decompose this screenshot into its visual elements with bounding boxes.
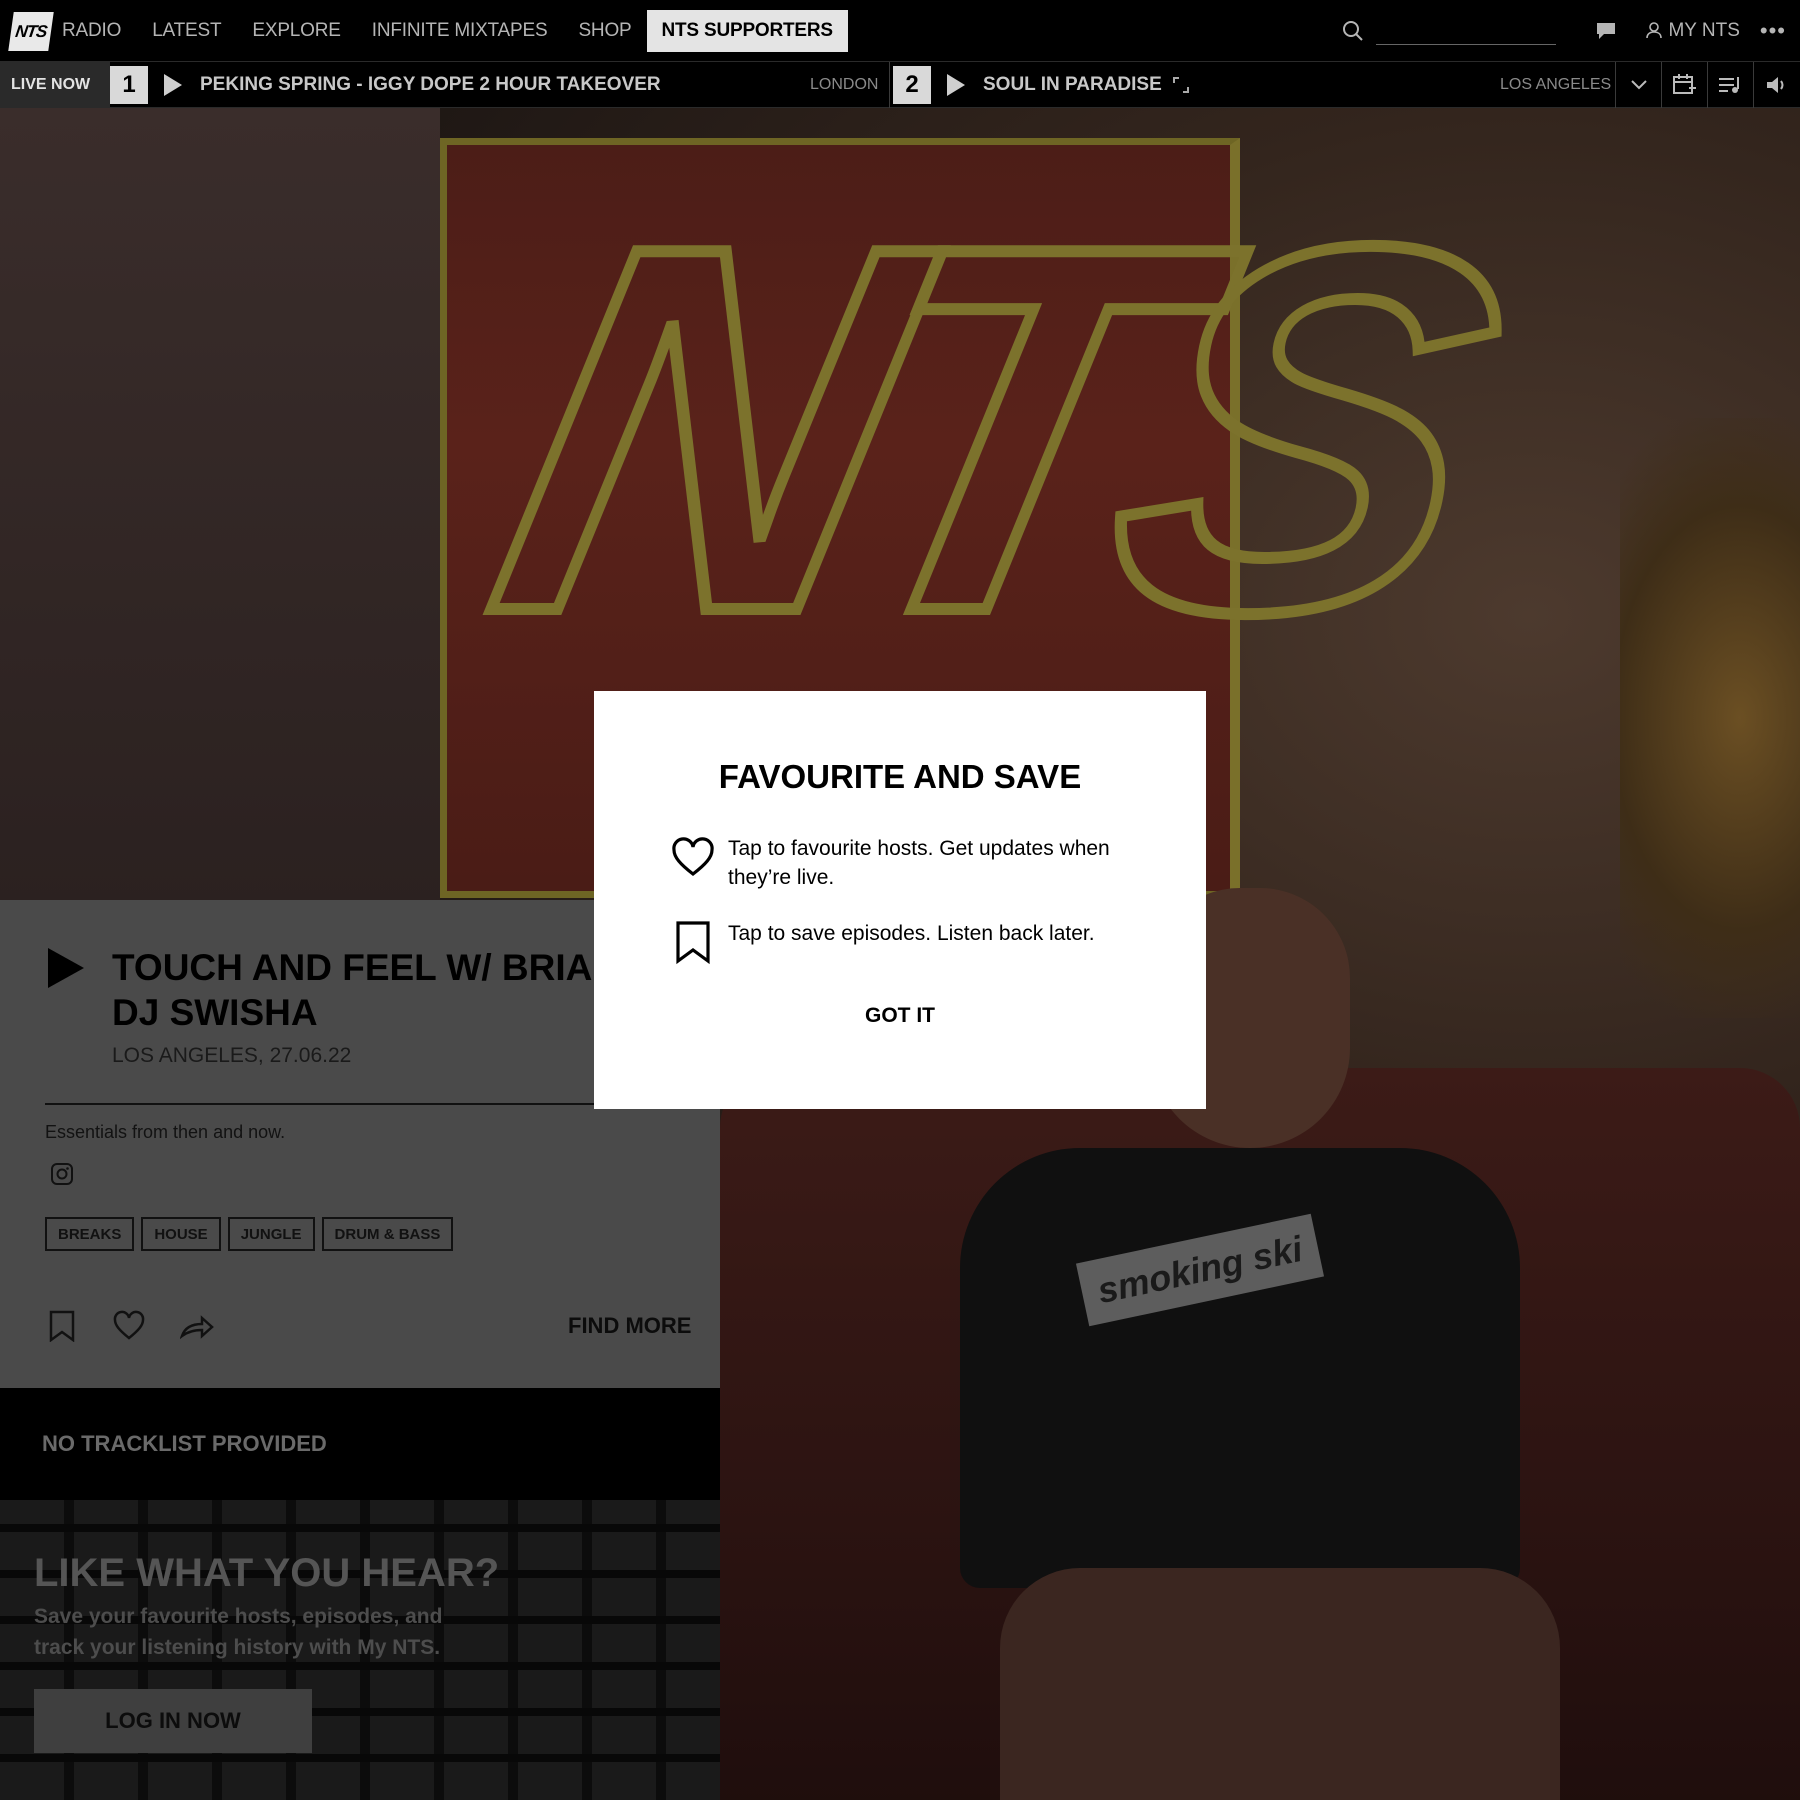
episode-description: Essentials from then and now. <box>45 1122 286 1142</box>
channel-2-number: 2 <box>893 66 931 104</box>
user-icon <box>1646 22 1663 39</box>
nav-infinite-mixtapes[interactable]: INFINITE MIXTAPES <box>372 20 548 42</box>
episode-play-icon[interactable] <box>48 948 84 988</box>
channel-divider <box>889 62 890 108</box>
nav-nts-supporters[interactable]: NTS SUPPORTERS <box>646 9 848 52</box>
nav-explore[interactable]: EXPLORE <box>252 20 341 42</box>
nts-logo[interactable]: NTS <box>8 12 54 51</box>
nav-shop[interactable]: SHOP <box>578 20 631 42</box>
bookmark-icon[interactable] <box>47 1310 77 1342</box>
genre-tags: BREAKS HOUSE JUNGLE DRUM & BASS <box>45 1217 460 1251</box>
expand-icon[interactable] <box>1172 76 1190 94</box>
top-navigation: NTS RADIO LATEST EXPLORE INFINITE MIXTAP… <box>0 0 1800 61</box>
log-in-button[interactable]: LOG IN NOW <box>34 1689 312 1753</box>
channel-2[interactable]: 2 SOUL IN PARADISE <box>893 62 1190 108</box>
queue-icon[interactable] <box>1707 62 1753 108</box>
modal-save-text: Tap to save episodes. Listen back later. <box>728 922 1095 945</box>
promo-subtitle: Save your favourite hosts, episodes, and… <box>34 1605 443 1659</box>
no-tracklist-label: NO TRACKLIST PROVIDED <box>42 1431 327 1456</box>
channel-2-title: SOUL IN PARADISE <box>983 74 1162 95</box>
find-more-link[interactable]: FIND MORE <box>568 1313 691 1339</box>
search-icon[interactable] <box>1342 20 1364 42</box>
share-icon[interactable] <box>180 1310 214 1342</box>
main-nav: RADIO LATEST EXPLORE INFINITE MIXTAPES S… <box>62 0 879 61</box>
modal-favourite-row: Tap to favourite hosts. Get updates when… <box>670 834 1128 892</box>
live-bar: LIVE NOW 1 PEKING SPRING - IGGY DOPE 2 H… <box>0 61 1800 108</box>
dj-legs <box>1000 1568 1560 1800</box>
channel-2-location: LOS ANGELES <box>1500 76 1612 93</box>
channel-1-play-icon[interactable] <box>164 74 182 96</box>
modal-save-row: Tap to save episodes. Listen back later. <box>670 919 1128 965</box>
promo-title: LIKE WHAT YOU HEAR? <box>34 1551 500 1595</box>
bookmark-icon <box>676 921 710 965</box>
channel-1-location: LONDON <box>810 76 879 93</box>
tag-house[interactable]: HOUSE <box>141 1217 221 1251</box>
chat-icon[interactable] <box>1596 22 1616 40</box>
neon-sign-letters: NTS <box>452 133 1507 726</box>
volume-icon[interactable] <box>1753 62 1799 108</box>
live-now-label: LIVE NOW <box>0 62 110 108</box>
nav-latest[interactable]: LATEST <box>152 20 221 42</box>
tag-drum-and-bass[interactable]: DRUM & BASS <box>321 1217 454 1251</box>
channel-1-title: PEKING SPRING - IGGY DOPE 2 HOUR TAKEOVE… <box>200 74 661 95</box>
got-it-button[interactable]: GOT IT <box>594 1004 1206 1028</box>
hero-wall <box>0 108 440 908</box>
chevron-down-icon[interactable] <box>1615 62 1661 108</box>
channel-1[interactable]: 1 PEKING SPRING - IGGY DOPE 2 HOUR TAKEO… <box>110 62 661 108</box>
nav-right: MY NTS ••• <box>1342 0 1800 61</box>
lamp-glow <box>1620 418 1800 1018</box>
my-nts-label: MY NTS <box>1668 19 1740 41</box>
schedule-icon[interactable] <box>1661 62 1707 108</box>
heart-icon <box>672 837 714 877</box>
channel-1-number: 1 <box>110 66 148 104</box>
nav-radio[interactable]: RADIO <box>62 20 121 42</box>
episode-meta: LOS ANGELES, 27.06.22 <box>112 1044 352 1067</box>
tag-breaks[interactable]: BREAKS <box>45 1217 135 1251</box>
modal-title: FAVOURITE AND SAVE <box>718 758 1082 795</box>
instagram-icon[interactable] <box>50 1162 74 1186</box>
heart-icon[interactable] <box>113 1310 145 1342</box>
modal-favourite-text: Tap to favourite hosts. Get updates when… <box>728 837 1110 889</box>
tag-jungle[interactable]: JUNGLE <box>227 1217 315 1251</box>
channel-2-play-icon[interactable] <box>947 74 965 96</box>
my-nts-link[interactable]: MY NTS <box>1646 19 1740 42</box>
more-icon[interactable]: ••• <box>1760 18 1786 44</box>
favourite-save-modal: FAVOURITE AND SAVE Tap to favourite host… <box>594 691 1206 1109</box>
dj-shirt <box>960 1148 1520 1588</box>
search-input[interactable] <box>1376 16 1557 45</box>
